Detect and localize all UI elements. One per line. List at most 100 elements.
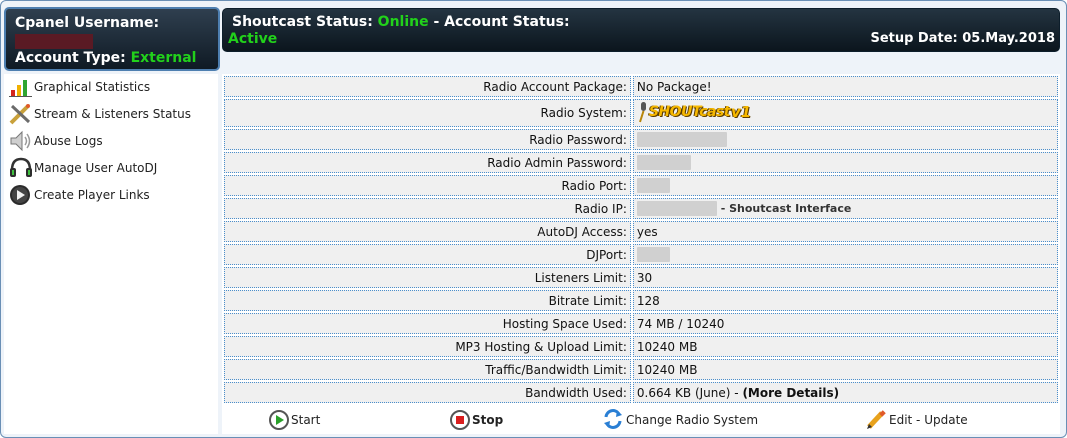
shoutcast-interface-link[interactable]: - Shoutcast Interface: [721, 202, 852, 215]
control-panel-frame: Cpanel Username: Account Type: External …: [0, 0, 1067, 438]
djport-value: [632, 244, 1058, 265]
djport-label: DJPort:: [224, 244, 631, 265]
table-row: Bandwidth Used: 0.664 KB (June) - (More …: [224, 382, 1058, 403]
sidebar-item-label: Create Player Links: [34, 188, 150, 202]
mp3-label: MP3 Hosting & Upload Limit:: [224, 336, 631, 357]
account-status-value: Active: [228, 31, 278, 47]
sidebar-item-abuse-logs[interactable]: Abuse Logs: [8, 129, 103, 153]
microphone-icon: [638, 101, 646, 122]
shoutcast-status-label: Shoutcast Status:: [232, 14, 373, 30]
action-bar: Start Stop Change Radio System Edit - Up…: [222, 406, 1060, 434]
table-row: Radio Account Package: No Package!: [224, 76, 1058, 97]
sidebar-item-create-player-links[interactable]: Create Player Links: [8, 183, 150, 207]
stop-label: Stop: [472, 413, 504, 427]
bitrate-value: 128: [632, 290, 1058, 311]
table-row: Radio Admin Password:: [224, 152, 1058, 173]
sidebar-item-graphical-statistics[interactable]: Graphical Statistics: [8, 75, 150, 99]
table-row: Radio Password:: [224, 129, 1058, 150]
autodj-value: yes: [632, 221, 1058, 242]
play-icon: [269, 410, 289, 430]
sidebar-item-stream-listeners-status[interactable]: Stream & Listeners Status: [8, 102, 191, 126]
account-type-label: Account Type:: [15, 50, 126, 66]
sidebar: Graphical Statistics Stream & Listeners …: [4, 74, 218, 434]
play-disc-icon: [8, 183, 34, 207]
bandwidth-value: 0.664 KB (June) - (More Details): [632, 382, 1058, 403]
start-button[interactable]: Start: [269, 408, 320, 432]
more-details-link[interactable]: (More Details): [742, 386, 839, 400]
stop-icon: [450, 410, 470, 430]
change-radio-system-label: Change Radio System: [626, 413, 759, 427]
account-type-value: External: [130, 50, 197, 66]
mp3-value: 10240 MB: [632, 336, 1058, 357]
bandwidth-label: Bandwidth Used:: [224, 382, 631, 403]
pencil-tools-icon: [8, 102, 34, 126]
port-label: Radio Port:: [224, 175, 631, 196]
sidebar-item-label: Graphical Statistics: [34, 80, 151, 94]
ip-value: - Shoutcast Interface: [632, 198, 1058, 219]
edit-update-label: Edit - Update: [889, 413, 968, 427]
username-redacted: [15, 34, 93, 49]
password-value: [632, 129, 1058, 150]
ip-label: Radio IP:: [224, 198, 631, 219]
status-separator: -: [433, 14, 440, 30]
redacted-value: [636, 178, 670, 193]
listeners-value: 30: [632, 267, 1058, 288]
port-value: [632, 175, 1058, 196]
table-row: Radio System: SHOUTcast v1: [224, 99, 1058, 127]
listeners-label: Listeners Limit:: [224, 267, 631, 288]
table-row: Radio IP: - Shoutcast Interface: [224, 198, 1058, 219]
account-type: Account Type: External: [15, 50, 196, 66]
table-row: Traffic/Bandwidth Limit: 10240 MB: [224, 359, 1058, 380]
refresh-icon: [602, 408, 624, 433]
account-status-label: Account Status:: [444, 14, 570, 30]
table-row: AutoDJ Access: yes: [224, 221, 1058, 242]
system-label: Radio System:: [224, 99, 631, 127]
account-info-box: Cpanel Username: Account Type: External: [4, 7, 220, 71]
table-row: Bitrate Limit: 128: [224, 290, 1058, 311]
cpanel-username-label: Cpanel Username:: [15, 15, 160, 31]
headphones-icon: [8, 156, 34, 180]
redacted-value: [636, 247, 670, 262]
shoutcast-logo: SHOUTcast v1: [637, 101, 751, 123]
table-row: DJPort:: [224, 244, 1058, 265]
autodj-label: AutoDJ Access:: [224, 221, 631, 242]
bar-chart-icon: [8, 75, 34, 99]
sidebar-item-label: Manage User AutoDJ: [34, 161, 158, 175]
setup-date: Setup Date: 05.May.2018: [870, 31, 1055, 46]
shoutcast-logo-text: SHOUTcast: [648, 103, 731, 120]
table-row: Radio Port:: [224, 175, 1058, 196]
traffic-label: Traffic/Bandwidth Limit:: [224, 359, 631, 380]
table-row: Listeners Limit: 30: [224, 267, 1058, 288]
shoutcast-status-value: Online: [377, 14, 429, 30]
traffic-value: 10240 MB: [632, 359, 1058, 380]
status-line: Shoutcast Status: Online - Account Statu…: [232, 14, 570, 30]
change-radio-system-button[interactable]: Change Radio System: [602, 408, 758, 432]
system-value: SHOUTcast v1: [632, 99, 1058, 127]
shoutcast-logo-version: v1: [730, 102, 752, 121]
package-value: No Package!: [632, 76, 1058, 97]
sidebar-item-manage-user-autodj[interactable]: Manage User AutoDJ: [8, 156, 157, 180]
table-row: MP3 Hosting & Upload Limit: 10240 MB: [224, 336, 1058, 357]
hosting-value: 74 MB / 10240: [632, 313, 1058, 334]
bitrate-label: Bitrate Limit:: [224, 290, 631, 311]
bandwidth-used-text: 0.664 KB (June) -: [636, 385, 739, 400]
start-label: Start: [291, 413, 321, 427]
radio-info-table: Radio Account Package: No Package! Radio…: [222, 74, 1060, 405]
hosting-label: Hosting Space Used:: [224, 313, 631, 334]
sidebar-item-label: Abuse Logs: [34, 134, 103, 148]
radio-info-panel: Radio Account Package: No Package! Radio…: [222, 74, 1060, 406]
table-row: Hosting Space Used: 74 MB / 10240: [224, 313, 1058, 334]
status-header: Shoutcast Status: Online - Account Statu…: [222, 8, 1060, 52]
edit-update-button[interactable]: Edit - Update: [865, 408, 968, 432]
password-label: Radio Password:: [224, 129, 631, 150]
redacted-value: [636, 132, 727, 147]
pencil-icon: [865, 408, 887, 433]
sidebar-item-label: Stream & Listeners Status: [34, 107, 191, 121]
speaker-icon: [8, 129, 34, 153]
package-label: Radio Account Package:: [224, 76, 631, 97]
stop-button[interactable]: Stop: [450, 408, 503, 432]
admin-password-value: [632, 152, 1058, 173]
redacted-value: [636, 201, 717, 216]
admin-password-label: Radio Admin Password:: [224, 152, 631, 173]
redacted-value: [636, 155, 691, 170]
